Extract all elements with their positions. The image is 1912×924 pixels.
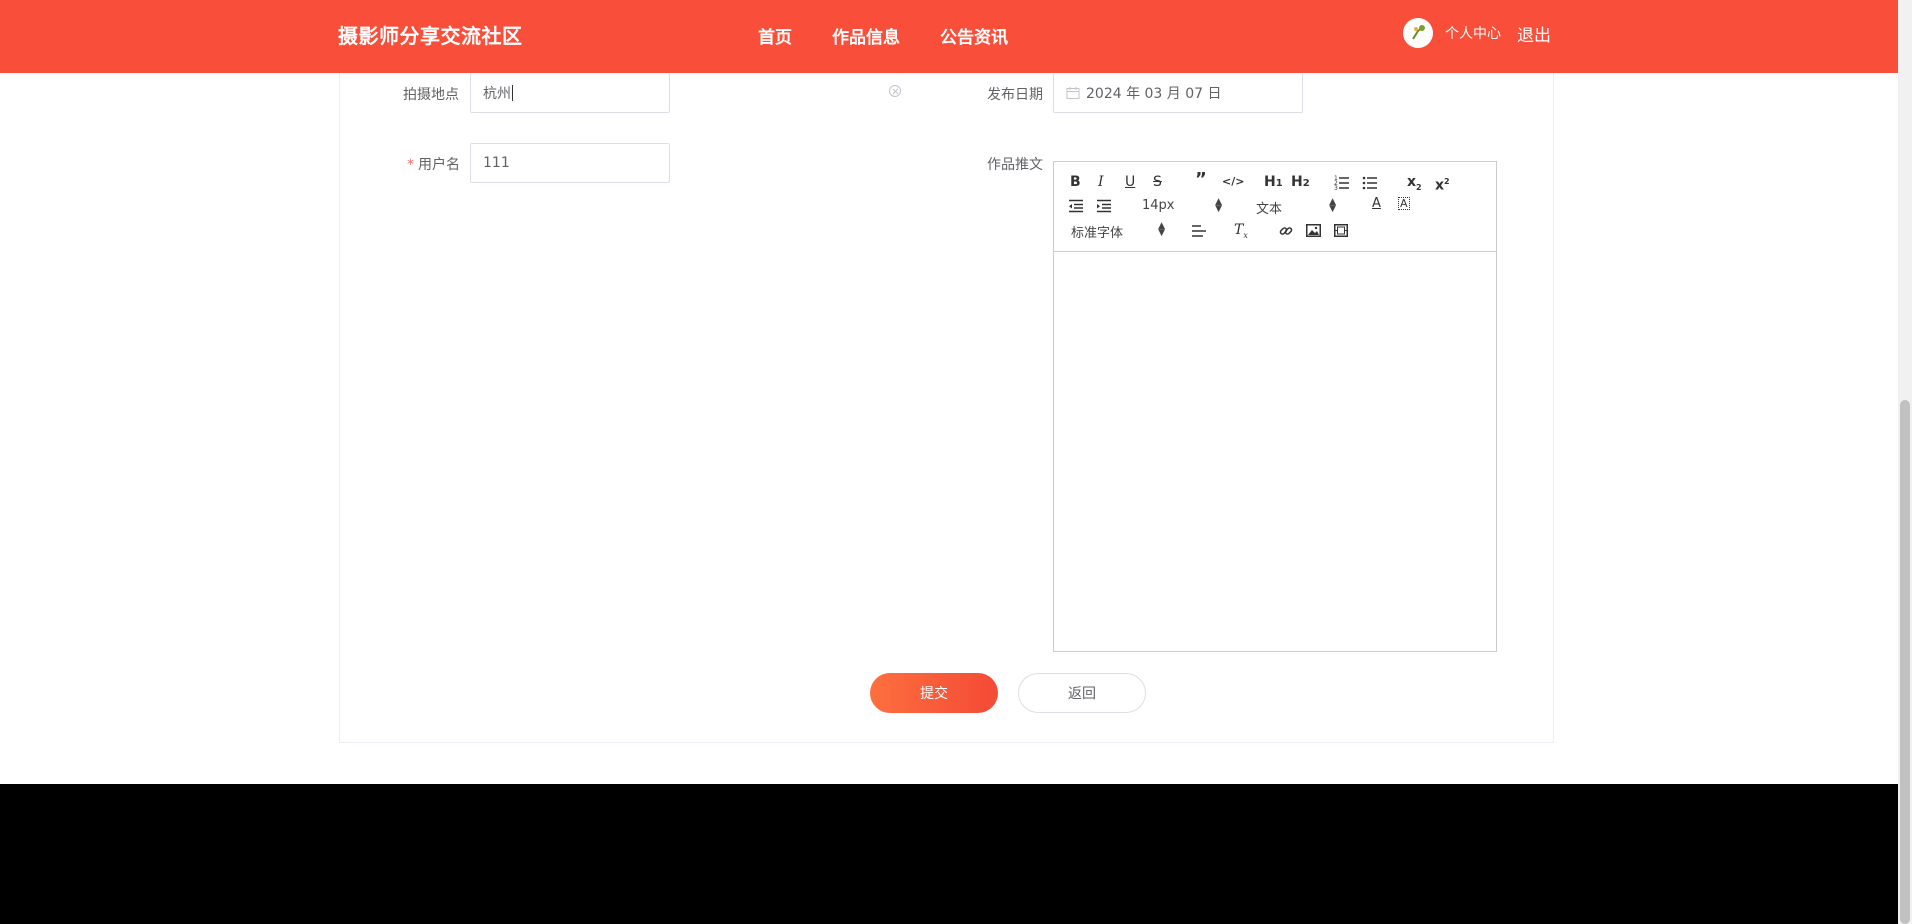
text-caret bbox=[512, 84, 513, 101]
scrollbar-thumb[interactable] bbox=[1900, 400, 1910, 924]
blockquote-icon[interactable]: ” bbox=[1195, 171, 1207, 189]
personal-center-link[interactable]: 个人中心 bbox=[1445, 23, 1501, 43]
logout-link[interactable]: 退出 bbox=[1517, 21, 1551, 46]
h1-icon[interactable]: H1 bbox=[1264, 174, 1283, 192]
bold-icon[interactable]: B bbox=[1070, 174, 1081, 190]
italic-icon[interactable]: I bbox=[1098, 174, 1104, 190]
location-value: 杭州 bbox=[483, 85, 511, 102]
ordered-list-icon[interactable]: 123 bbox=[1334, 174, 1350, 190]
editor-toolbar: B I U S ” </> H1 H2 123 x2 x2 14px ▲ ▼ 文… bbox=[1054, 162, 1496, 252]
location-label: 拍摄地点 bbox=[403, 87, 459, 103]
h2-icon[interactable]: H2 bbox=[1291, 174, 1310, 192]
chevron-updown-icon: ▲ ▼ bbox=[1215, 197, 1222, 214]
site-title[interactable]: 摄影师分享交流社区 bbox=[338, 20, 523, 49]
content-label: 作品推文 bbox=[987, 157, 1043, 173]
link-icon[interactable] bbox=[1278, 223, 1294, 239]
calendar-icon bbox=[1066, 86, 1080, 99]
back-button[interactable]: 返回 bbox=[1018, 673, 1146, 713]
username-label: * 用户名 bbox=[407, 154, 460, 174]
indent-icon[interactable] bbox=[1096, 199, 1112, 213]
font-size-select[interactable]: 14px ▲ ▼ bbox=[1142, 197, 1222, 214]
editor-content-area[interactable] bbox=[1054, 252, 1496, 651]
superscript-icon[interactable]: x2 bbox=[1435, 174, 1450, 194]
chevron-updown-icon: ▲ ▼ bbox=[1158, 221, 1165, 238]
publish-date-value: 2024 年 03 月 07 日 bbox=[1086, 85, 1222, 102]
rich-text-editor: B I U S ” </> H1 H2 123 x2 x2 14px ▲ ▼ 文… bbox=[1053, 161, 1497, 652]
nav-announcements[interactable]: 公告资讯 bbox=[940, 23, 1008, 48]
svg-text:3: 3 bbox=[1334, 185, 1338, 190]
user-area: 个人中心 退出 bbox=[1403, 18, 1551, 48]
nav-home[interactable]: 首页 bbox=[758, 23, 792, 48]
bullet-list-icon[interactable] bbox=[1362, 174, 1378, 190]
avatar[interactable] bbox=[1403, 18, 1433, 48]
publish-date-label: 发布日期 bbox=[987, 87, 1043, 103]
font-family-value: 标准字体 bbox=[1071, 226, 1124, 241]
image-icon[interactable] bbox=[1306, 224, 1321, 237]
clear-icon[interactable] bbox=[889, 85, 901, 97]
subscript-icon[interactable]: x2 bbox=[1407, 174, 1422, 196]
username-input[interactable]: 111 bbox=[470, 143, 670, 183]
top-navbar: 摄影师分享交流社区 首页 作品信息 公告资讯 个人中心 退出 bbox=[0, 0, 1898, 73]
nav-works[interactable]: 作品信息 bbox=[832, 23, 900, 48]
paragraph-value: 文本 bbox=[1256, 202, 1283, 217]
font-size-value: 14px bbox=[1142, 198, 1175, 213]
font-color-icon[interactable]: A bbox=[1372, 196, 1381, 212]
strike-icon[interactable]: S bbox=[1153, 174, 1162, 190]
underline-icon[interactable]: U bbox=[1125, 174, 1135, 190]
video-icon[interactable] bbox=[1334, 224, 1348, 237]
clean-format-icon[interactable]: Tx bbox=[1234, 222, 1248, 244]
avatar-icon bbox=[1412, 25, 1425, 40]
outdent-icon[interactable] bbox=[1068, 199, 1084, 213]
footer bbox=[0, 784, 1898, 924]
paragraph-select[interactable]: 文本 ▲ ▼ bbox=[1256, 197, 1336, 218]
submit-button[interactable]: 提交 bbox=[870, 673, 998, 713]
publish-date-input[interactable]: 2024 年 03 月 07 日 bbox=[1053, 73, 1303, 113]
username-value: 111 bbox=[483, 155, 510, 171]
align-left-icon[interactable] bbox=[1191, 224, 1207, 238]
required-asterisk: * bbox=[407, 157, 414, 173]
background-color-icon[interactable]: A bbox=[1398, 197, 1410, 210]
location-input[interactable]: 杭州 bbox=[470, 73, 670, 113]
code-block-icon[interactable]: </> bbox=[1222, 174, 1244, 190]
main-nav: 首页 作品信息 公告资讯 bbox=[758, 23, 1008, 48]
font-family-select[interactable]: 标准字体 ▲ ▼ bbox=[1071, 221, 1165, 242]
chevron-updown-icon: ▲ ▼ bbox=[1329, 197, 1336, 214]
username-label-text: 用户名 bbox=[418, 157, 460, 173]
